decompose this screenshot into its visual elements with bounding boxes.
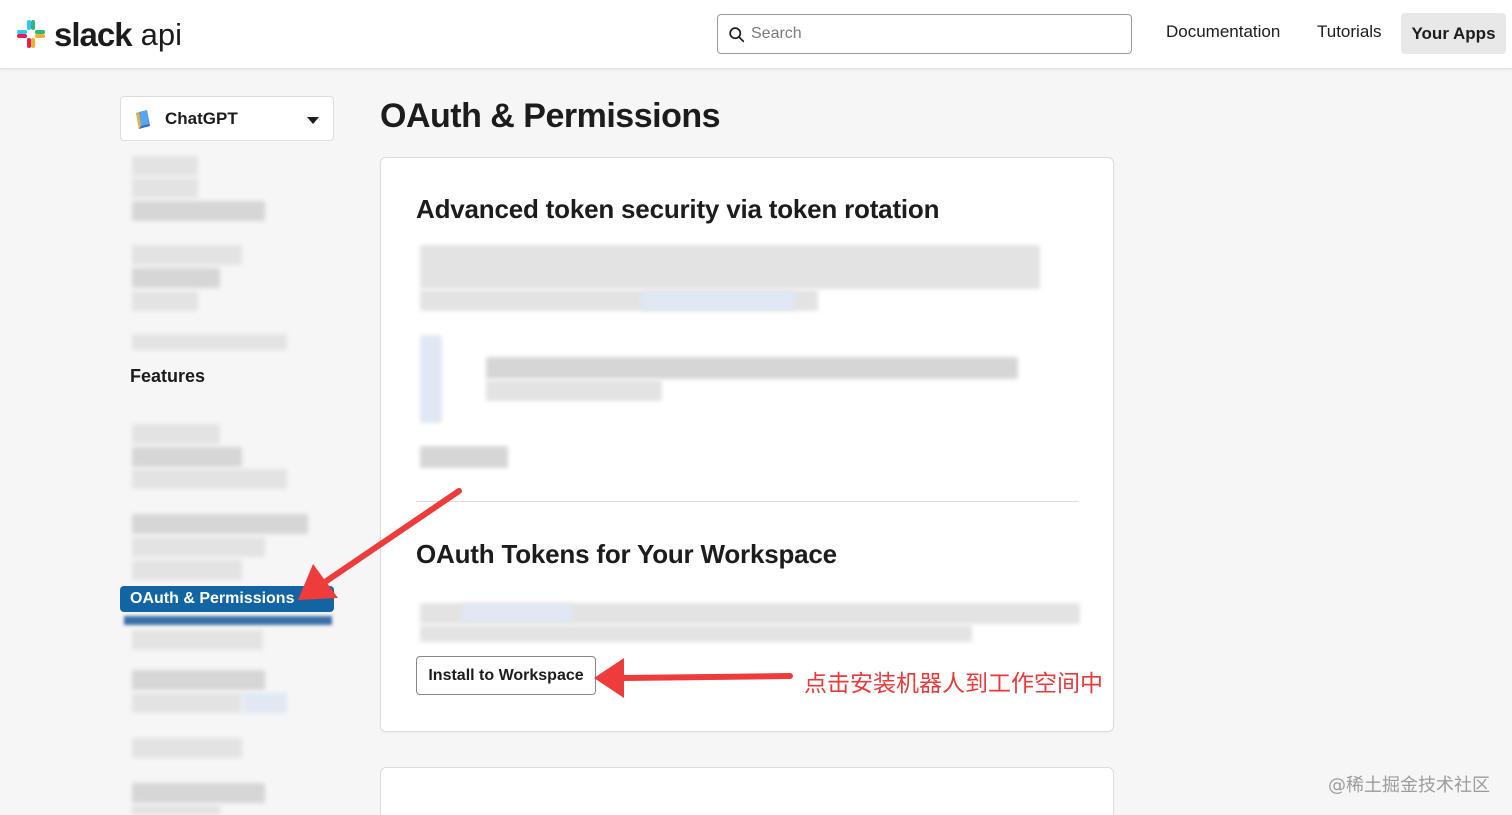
- sidebar-item-oauth-permissions[interactable]: OAuth & Permissions: [120, 586, 334, 612]
- blurred-sidebar-item[interactable]: [132, 738, 242, 758]
- nav-tutorials[interactable]: Tutorials: [1317, 22, 1382, 42]
- section-divider: [416, 501, 1078, 502]
- section-title-token-rotation: Advanced token security via token rotati…: [416, 194, 940, 224]
- search-icon: [729, 26, 745, 42]
- slack-logo-icon: [17, 20, 45, 48]
- section-title-oauth-tokens: OAuth Tokens for Your Workspace: [416, 539, 837, 569]
- blurred-sidebar-item[interactable]: [132, 178, 198, 198]
- blurred-sidebar-item[interactable]: [132, 291, 198, 311]
- nav-documentation[interactable]: Documentation: [1166, 22, 1280, 42]
- blurred-sidebar-item[interactable]: [132, 424, 220, 444]
- blurred-option-text: [486, 357, 1018, 379]
- logo-text: slack: [54, 15, 133, 53]
- app-name: ChatGPT: [165, 108, 238, 128]
- blurred-sidebar-item[interactable]: [132, 201, 265, 221]
- blurred-sidebar-item[interactable]: [132, 805, 220, 815]
- blurred-sidebar-item[interactable]: [132, 334, 287, 350]
- blurred-link-text[interactable]: [640, 292, 795, 310]
- blurred-sidebar-item[interactable]: [243, 693, 287, 713]
- blurred-sidebar-item[interactable]: [132, 268, 220, 288]
- blurred-sidebar-item[interactable]: [132, 537, 265, 557]
- blurred-sidebar-item[interactable]: [132, 156, 198, 176]
- blurred-button[interactable]: [420, 446, 508, 468]
- blurred-option-text: [486, 380, 662, 401]
- features-heading: Features: [130, 366, 206, 386]
- install-to-workspace-button[interactable]: Install to Workspace: [416, 656, 596, 695]
- search-box[interactable]: [717, 14, 1132, 54]
- page-title: OAuth & Permissions: [380, 97, 721, 135]
- chevron-down-icon: [307, 117, 319, 124]
- top-nav-bar: slack api Documentation Tutorials Your A…: [0, 0, 1512, 69]
- blurred-sidebar-item[interactable]: [132, 560, 242, 580]
- blurred-sidebar-item[interactable]: [132, 447, 242, 467]
- oauth-settings-card: [380, 157, 1114, 732]
- blurred-sidebar-item[interactable]: [132, 693, 242, 713]
- next-settings-card: [380, 767, 1114, 815]
- app-icon: [136, 109, 150, 129]
- slack-api-logo[interactable]: slack api: [15, 14, 182, 54]
- blurred-link-text[interactable]: [462, 604, 572, 622]
- blurred-sidebar-item[interactable]: [132, 469, 287, 489]
- nav-your-apps[interactable]: Your Apps: [1401, 13, 1506, 54]
- blurred-sidebar-item[interactable]: [132, 670, 265, 690]
- blurred-sidebar-item[interactable]: [132, 630, 263, 650]
- watermark: @稀土掘金技术社区: [1328, 775, 1490, 796]
- blurred-sidebar-item[interactable]: [124, 616, 332, 625]
- blurred-sidebar-item[interactable]: [132, 514, 308, 534]
- search-input[interactable]: [751, 25, 1111, 43]
- annotation-text: 点击安装机器人到工作空间中: [804, 671, 1103, 697]
- blurred-sidebar-item[interactable]: [132, 783, 265, 803]
- blurred-sidebar-item[interactable]: [132, 245, 242, 265]
- logo-suffix: api: [140, 16, 182, 52]
- blurred-checkbox[interactable]: [420, 335, 442, 423]
- app-selector-dropdown[interactable]: ChatGPT: [120, 96, 334, 141]
- blurred-description-text: [420, 245, 1040, 289]
- blurred-description-text: [420, 625, 972, 642]
